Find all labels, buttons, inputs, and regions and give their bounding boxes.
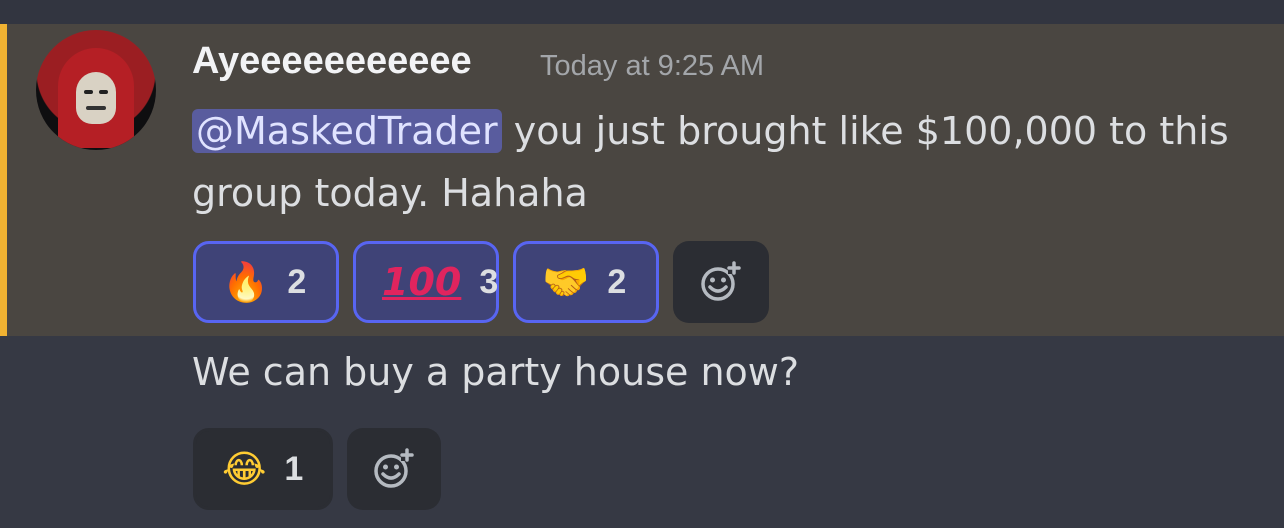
reaction-bar: 🔥 2 100 3 🤝 2 bbox=[193, 241, 769, 323]
message-content: @MaskedTrader you just brought like $100… bbox=[192, 100, 1252, 224]
add-reaction-button-2[interactable] bbox=[347, 428, 441, 510]
reaction-fire[interactable]: 🔥 2 bbox=[193, 241, 339, 323]
reaction-count: 1 bbox=[284, 449, 304, 488]
timestamp[interactable]: Today at 9:25 AM bbox=[540, 50, 764, 83]
avatar-eye-left bbox=[84, 90, 93, 94]
tears-of-joy-icon: 😂 bbox=[222, 447, 267, 491]
avatar-mustache bbox=[86, 106, 106, 110]
reaction-handshake[interactable]: 🤝 2 bbox=[513, 241, 659, 323]
reaction-hundred[interactable]: 100 3 bbox=[353, 241, 499, 323]
add-reaction-button[interactable] bbox=[673, 241, 769, 323]
avatar[interactable] bbox=[36, 30, 156, 150]
mention-accent-bar bbox=[0, 24, 7, 336]
message-text-2: We can buy a party house now? bbox=[192, 350, 800, 394]
reaction-tears-of-joy[interactable]: 😂 1 bbox=[193, 428, 333, 510]
reaction-count: 2 bbox=[607, 262, 627, 301]
reaction-count: 3 bbox=[479, 262, 499, 301]
handshake-icon: 🤝 bbox=[542, 260, 590, 304]
add-emoji-icon bbox=[374, 448, 414, 488]
avatar-mask bbox=[76, 72, 116, 124]
reaction-bar-2: 😂 1 bbox=[193, 428, 441, 510]
top-strip bbox=[0, 0, 1284, 24]
avatar-eye-right bbox=[99, 90, 108, 94]
user-mention[interactable]: @MaskedTrader bbox=[192, 109, 502, 153]
reaction-count: 2 bbox=[287, 262, 307, 301]
username[interactable]: Ayeeeeeeeeeee bbox=[192, 40, 472, 83]
hundred-points-icon: 100 bbox=[382, 260, 462, 304]
fire-icon: 🔥 bbox=[222, 260, 270, 304]
add-emoji-icon bbox=[701, 261, 741, 301]
